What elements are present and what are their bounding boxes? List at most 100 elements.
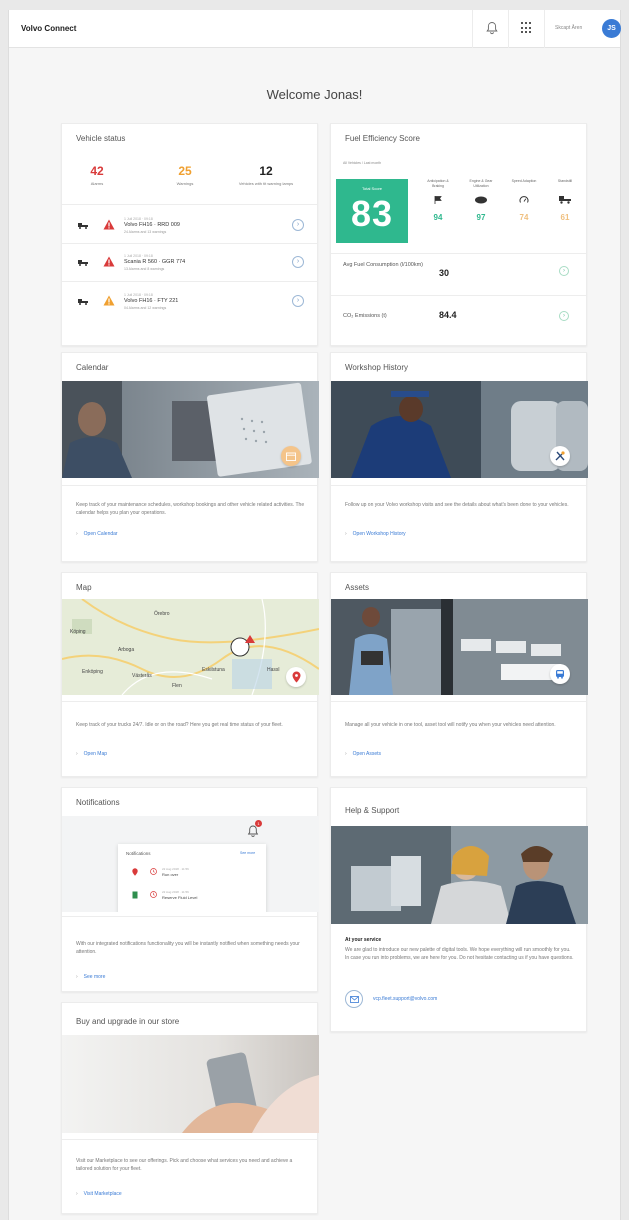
stat-label: Vehicles with tit warning lamps xyxy=(238,181,294,186)
truck-icon xyxy=(78,260,88,266)
help-heading: At your service xyxy=(345,937,382,943)
metric-anticipation[interactable]: Anticipation & Braking 94 xyxy=(423,179,453,222)
divider xyxy=(62,243,317,244)
truck-icon xyxy=(78,223,88,229)
user-name[interactable]: Skcapt Åren xyxy=(555,25,582,31)
map-image[interactable]: Örebro Köping Arboga Enköping Västerås H… xyxy=(62,599,319,695)
divider xyxy=(62,1139,317,1140)
chevron-right-icon[interactable]: › xyxy=(292,219,304,231)
divider xyxy=(62,204,317,205)
divider xyxy=(62,916,317,917)
card-title: Calendar xyxy=(76,363,109,372)
metric-label: Engine & Gear Utilization xyxy=(469,179,493,188)
total-score-value: 83 xyxy=(350,193,394,234)
fluid-icon xyxy=(132,891,138,899)
clock-icon xyxy=(150,868,157,875)
notifications-illustration: Notifications See more 22 Aug 2018 · 11:… xyxy=(62,816,319,912)
metric-label: Anticipation & Braking xyxy=(427,179,449,188)
co2-label: CO₂ Emissions (t) xyxy=(343,313,387,319)
stat-warnings[interactable]: 25 Warnings xyxy=(150,164,220,186)
email-icon[interactable] xyxy=(345,990,363,1008)
map-place-label: Örebro xyxy=(154,611,170,617)
metric-speed[interactable]: Speed Adaption 74 xyxy=(509,179,539,222)
map-place-label: Köping xyxy=(70,629,86,635)
notification-time: 22 Aug 2018 · 11:56 xyxy=(162,867,189,871)
brand-logo[interactable]: Volvo Connect xyxy=(21,24,76,33)
tools-icon xyxy=(550,446,570,466)
card-title: Map xyxy=(76,583,92,592)
chevron-right-icon[interactable]: › xyxy=(292,256,304,268)
avatar[interactable]: JS xyxy=(602,19,621,38)
fuel-scope: All Vehicles / Last month xyxy=(343,161,382,165)
clock-icon xyxy=(150,891,157,898)
stat-label: Alarms xyxy=(90,181,104,186)
metric-engine[interactable]: Engine & Gear Utilization 97 xyxy=(466,179,496,222)
co2-value: 84.4 xyxy=(439,310,457,320)
card-description: Visit our Marketplace to see our offerin… xyxy=(76,1158,293,1172)
map-place-label: Flen xyxy=(172,683,182,689)
open-assets-link[interactable]: › Open Assets xyxy=(345,751,381,757)
notifications-panel: Notifications See more 22 Aug 2018 · 11:… xyxy=(118,844,266,912)
divider xyxy=(62,485,317,486)
vehicle-date: 1 Juli 2018 · 09:18 xyxy=(124,217,153,221)
divider xyxy=(331,295,586,296)
store-image xyxy=(62,1035,319,1133)
stat-value: 12 xyxy=(259,164,273,178)
open-workshop-history-link[interactable]: › Open Workshop History xyxy=(345,531,406,537)
divider xyxy=(331,253,586,254)
metric-standstill[interactable]: Standstill 61 xyxy=(550,179,580,222)
speedometer-icon xyxy=(519,196,529,203)
open-calendar-link[interactable]: › Open Calendar xyxy=(76,531,118,537)
link-label: Open Map xyxy=(83,751,108,757)
link-label: Open Calendar xyxy=(83,531,118,537)
map-place-label: Eskilstuna xyxy=(202,667,225,673)
divider xyxy=(331,485,586,486)
alarm-icon xyxy=(103,256,115,267)
open-map-link[interactable]: › Open Map xyxy=(76,751,107,757)
card-title: Notifications xyxy=(76,798,120,807)
app-launcher-icon[interactable] xyxy=(521,22,533,34)
visit-marketplace-link[interactable]: › Visit Marketplace xyxy=(76,1191,122,1197)
vehicle-row[interactable]: 1 Juli 2018 · 09:18 Volvo FH16 · FTY 221… xyxy=(62,287,318,317)
panel-link: See more xyxy=(240,851,256,855)
chevron-right-icon[interactable]: › xyxy=(292,295,304,307)
card-description: Follow up on your Volvo workshop visits … xyxy=(345,502,569,508)
page: Volvo Connect Skcapt Åren JS Welcome Jon… xyxy=(8,10,621,1220)
location-pin-icon xyxy=(132,868,138,876)
notification-bell-icon[interactable] xyxy=(485,21,499,35)
truck-icon xyxy=(78,299,88,305)
stat-warning-lamps[interactable]: 12 Vehicles with tit warning lamps xyxy=(236,164,296,186)
card-description: With our integrated notifications functi… xyxy=(76,941,300,955)
stat-alarms[interactable]: 42 Alarms xyxy=(62,164,132,186)
fuel-consumption-value: 30 xyxy=(439,268,450,278)
bus-icon xyxy=(550,664,570,684)
topbar-divider xyxy=(508,10,509,48)
metric-label: Standstill xyxy=(557,179,573,183)
help-support-card: Help & Support At your service We are gl… xyxy=(330,787,588,1032)
vehicle-status-card: Vehicle status 42 Alarms 25 Warnings 12 … xyxy=(61,123,318,346)
vehicle-row[interactable]: 1 Juli 2018 · 09:18 Scania R 560 · GGR 7… xyxy=(62,248,318,278)
total-score[interactable]: Total Score 83 xyxy=(336,179,408,243)
fuel-consumption-label: Avg Fuel Consumption (l/100km) xyxy=(343,262,423,268)
metric-value: 74 xyxy=(519,213,529,222)
map-place-label: Hassl xyxy=(267,667,280,673)
vehicle-row[interactable]: 1 Juli 2018 · 09:18 Volvo FH16 · RRD 009… xyxy=(62,211,318,241)
alarm-icon xyxy=(103,219,115,230)
card-title: Workshop History xyxy=(345,363,408,372)
divider xyxy=(62,701,317,702)
chevron-right-icon[interactable]: › xyxy=(559,311,569,321)
chevron-right-icon[interactable]: › xyxy=(559,266,569,276)
support-email-link[interactable]: vcp.fleet.support@volvo.com xyxy=(373,996,437,1002)
card-title: Help & Support xyxy=(345,806,400,815)
map-place-label: Enköping xyxy=(82,669,103,675)
location-pin-icon xyxy=(286,667,306,687)
total-score-label: Total Score xyxy=(361,186,382,191)
vehicle-name: Volvo FH16 · RRD 009 xyxy=(124,222,180,228)
notification-text: Reserve Fluid Level xyxy=(162,895,198,900)
metric-value: 61 xyxy=(560,213,570,222)
link-label: Visit Marketplace xyxy=(83,1191,122,1197)
topbar-divider xyxy=(544,10,545,48)
vehicle-summary: 04 Alarms and 12 warnings xyxy=(124,306,167,310)
see-more-link[interactable]: › See more xyxy=(76,974,105,980)
card-title: Assets xyxy=(345,583,370,592)
